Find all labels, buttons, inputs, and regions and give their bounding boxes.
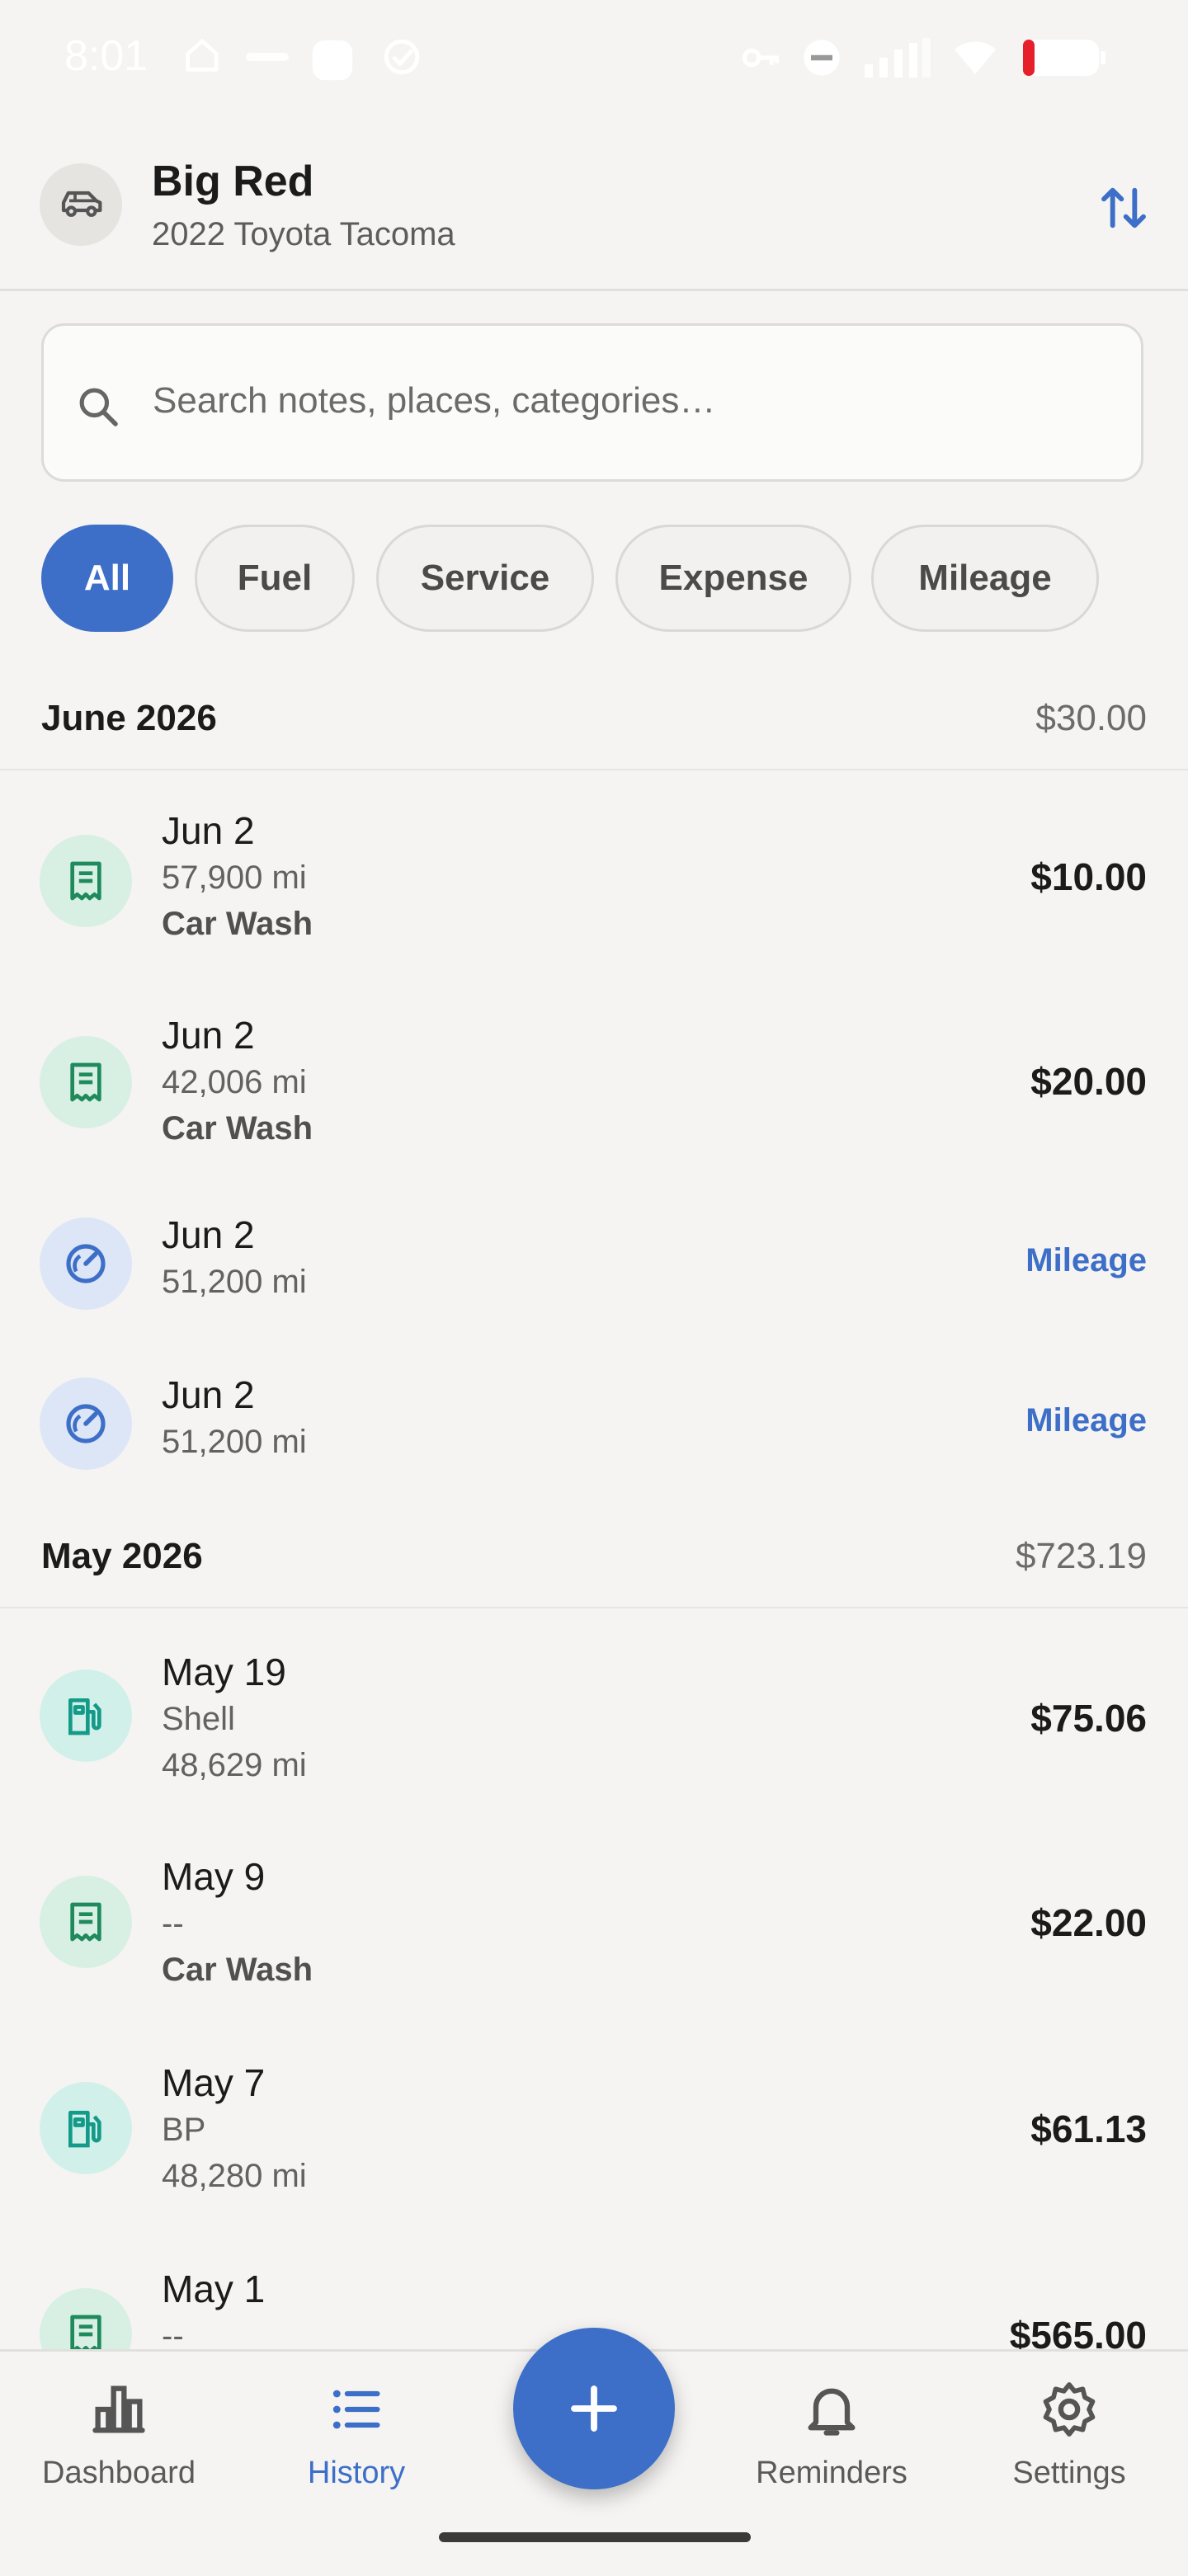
entry-amount: $10.00 — [1030, 855, 1147, 898]
history-entry[interactable]: Jun 2 51,200 mi Mileage — [0, 1369, 1188, 1509]
search-placeholder: Search notes, places, categories… — [153, 380, 716, 421]
home-icon — [186, 38, 219, 72]
entry-date: Jun 2 — [162, 1213, 255, 1256]
nav-label: History — [307, 2456, 406, 2490]
vehicle-name: Big Red — [152, 158, 314, 205]
entry-odometer: 48,629 mi — [162, 1747, 307, 1783]
search-icon — [79, 388, 118, 426]
filter-chip-service[interactable]: Service — [376, 525, 594, 632]
month-header: May 2026 $723.19 — [0, 1505, 1188, 1608]
app-icon — [312, 40, 353, 81]
entry-amount: $20.00 — [1030, 1060, 1147, 1103]
month-header: June 2026 $30.00 — [0, 666, 1188, 770]
vehicle-header[interactable]: Big Red 2022 Toyota Tacoma — [0, 140, 1188, 291]
wifi-icon — [955, 41, 996, 74]
battery-icon — [1023, 40, 1106, 76]
entry-category: Car Wash — [162, 1110, 314, 1147]
entry-amount: $61.13 — [1030, 2107, 1147, 2150]
history-entry[interactable]: May 19 Shell 48,629 mi $75.06 — [0, 1635, 1188, 1816]
history-entry[interactable]: May 9 -- Car Wash $22.00 — [0, 1841, 1188, 2023]
vehicle-model: 2022 Toyota Tacoma — [152, 216, 455, 252]
entry-date: Jun 2 — [162, 1014, 255, 1057]
shop-icon — [246, 53, 289, 61]
entry-amount: $75.06 — [1030, 1697, 1147, 1740]
vpn-key-icon — [742, 48, 780, 68]
bell-icon — [808, 2388, 856, 2436]
nav-label: Dashboard — [42, 2456, 196, 2490]
receipt-icon — [40, 835, 132, 927]
do-not-disturb-icon — [804, 40, 840, 76]
history-entry[interactable]: Jun 2 42,006 mi Car Wash $20.00 — [0, 998, 1188, 1180]
entry-date: May 19 — [162, 1651, 286, 1693]
history-entry[interactable]: Jun 2 57,900 mi Car Wash $10.00 — [0, 792, 1188, 973]
entry-type-tag: Mileage — [1025, 1402, 1147, 1439]
home-indicator[interactable] — [439, 2532, 751, 2542]
filter-chip-fuel[interactable]: Fuel — [195, 525, 355, 632]
filter-chip-expense[interactable]: Expense — [615, 525, 851, 632]
bar-chart-icon — [92, 2385, 145, 2433]
entry-amount: $22.00 — [1030, 1901, 1147, 1944]
entry-odometer: 51,200 mi — [162, 1264, 307, 1300]
entry-odometer: 42,006 mi — [162, 1064, 307, 1100]
nav-settings[interactable]: Settings — [970, 2378, 1168, 2527]
entry-category: Car Wash — [162, 906, 314, 942]
entry-date: May 1 — [162, 2268, 266, 2310]
entry-amount: $565.00 — [1009, 2314, 1147, 2349]
entry-station: -- — [162, 1905, 184, 1942]
nav-label: Settings — [1012, 2456, 1126, 2490]
month-label: June 2026 — [41, 698, 217, 738]
speedometer-icon — [40, 1217, 132, 1310]
check-circle-icon — [384, 39, 420, 75]
month-total: $723.19 — [1015, 1536, 1147, 1576]
receipt-icon — [40, 1876, 132, 1968]
month-label: May 2026 — [41, 1536, 203, 1576]
entry-category: Car Wash — [162, 1952, 314, 1988]
status-time: 8:01 — [64, 32, 148, 80]
status-bar: 8:01 — [0, 0, 1188, 115]
add-entry-button[interactable] — [513, 2328, 675, 2489]
history-entry[interactable]: May 7 BP 48,280 mi $61.13 — [0, 2047, 1188, 2229]
plus-icon — [571, 2385, 617, 2432]
nav-history[interactable]: History — [257, 2378, 455, 2527]
entry-type-tag: Mileage — [1025, 1242, 1147, 1279]
fuel-pump-icon — [40, 1669, 132, 1762]
receipt-icon — [40, 2288, 132, 2349]
list-icon — [332, 2390, 380, 2429]
entry-date: May 7 — [162, 2061, 266, 2104]
gear-icon — [1043, 2382, 1096, 2437]
entry-station: -- — [162, 2318, 184, 2349]
entry-station: Shell — [162, 1701, 235, 1737]
month-total: $30.00 — [1035, 698, 1147, 738]
entry-odometer: 51,200 mi — [162, 1424, 307, 1460]
signal-icon — [865, 38, 931, 78]
sort-icon[interactable] — [1097, 181, 1150, 234]
entry-odometer: 48,280 mi — [162, 2158, 307, 2194]
speedometer-icon — [40, 1377, 132, 1470]
nav-dashboard[interactable]: Dashboard — [20, 2378, 218, 2527]
filter-chip-all[interactable]: All — [41, 525, 173, 632]
entry-date: Jun 2 — [162, 809, 255, 852]
car-icon — [40, 163, 122, 246]
entry-odometer: 57,900 mi — [162, 859, 307, 896]
nav-label: Reminders — [756, 2456, 908, 2490]
nav-reminders[interactable]: Reminders — [733, 2378, 931, 2527]
search-input[interactable]: Search notes, places, categories… — [41, 323, 1143, 482]
receipt-icon — [40, 1036, 132, 1128]
entry-station: BP — [162, 2112, 206, 2148]
entry-date: Jun 2 — [162, 1373, 255, 1416]
fuel-pump-icon — [40, 2082, 132, 2174]
entry-date: May 9 — [162, 1855, 266, 1898]
history-entry[interactable]: Jun 2 51,200 mi Mileage — [0, 1209, 1188, 1349]
filter-chip-mileage[interactable]: Mileage — [871, 525, 1099, 632]
